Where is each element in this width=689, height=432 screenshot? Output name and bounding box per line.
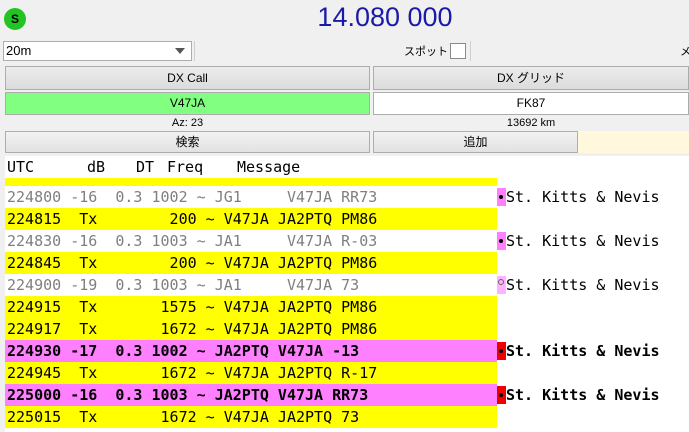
distance-text: 13692 km: [506, 117, 556, 129]
list-item[interactable]: 224930 -17 0.3 1002 ~ JA2PTQ V47JA -13 St…: [5, 340, 689, 362]
message-text: 224900 -19 0.3 1003 ~ JA1 V47JA 73: [5, 274, 497, 296]
list-item[interactable]: 224815 Tx 200 ~ V47JA JA2PTQ PM86: [5, 208, 689, 230]
new-dxcc-marker: [497, 188, 506, 206]
message-text: 224945 Tx 1672 ~ V47JA JA2PTQ R-17: [5, 362, 497, 384]
message-text: 224800 -16 0.3 1002 ~ JG1 V47JA RR73: [5, 186, 497, 208]
message-text: 225000 -16 0.3 1003 ~ JA2PTQ V47JA RR73: [5, 384, 497, 406]
country-name: St. Kitts & Nevis: [506, 188, 660, 206]
search-button[interactable]: 検索: [5, 131, 370, 153]
header-db: dB: [87, 158, 106, 176]
country-name: St. Kitts & Nevis: [506, 276, 660, 294]
spot-checkbox[interactable]: [450, 43, 466, 59]
message-text: 224915 Tx 1575 ~ V47JA JA2PTQ PM86: [5, 296, 497, 318]
divider: [194, 41, 195, 61]
chevron-down-icon: [175, 48, 185, 54]
spot-label: スポット: [404, 46, 448, 58]
header-dt: DT: [136, 158, 155, 176]
list-item[interactable]: 224900 -19 0.3 1003 ~ JA1 V47JA 73 St. Ki…: [5, 274, 689, 296]
country-name: St. Kitts & Nevis: [506, 386, 660, 404]
list-item[interactable]: 224800 -16 0.3 1002 ~ JG1 V47JA RR73 St. …: [5, 186, 689, 208]
message-text: 224917 Tx 1672 ~ V47JA JA2PTQ PM86: [5, 318, 497, 340]
dx-grid-field[interactable]: FK87: [373, 92, 689, 115]
dx-call-header: DX Call: [5, 66, 370, 90]
message-text: 224830 -16 0.3 1003 ~ JA1 V47JA R-03: [5, 230, 497, 252]
list-item[interactable]: 224917 Tx 1672 ~ V47JA JA2PTQ PM86: [5, 318, 689, 340]
message-text: 224930 -17 0.3 1002 ~ JA2PTQ V47JA -13: [5, 340, 497, 362]
header-utc: UTC: [7, 158, 35, 176]
list-header: UTC dB DT Freq Message: [5, 156, 689, 178]
message-text: 224845 Tx 200 ~ V47JA JA2PTQ PM86: [5, 252, 497, 274]
decode-list[interactable]: UTC dB DT Freq Message 224800 -16 0.3 10…: [5, 156, 689, 432]
azimuth-text: Az: 23: [171, 117, 204, 129]
new-dxcc-marker: [497, 276, 506, 294]
me-label: メ: [680, 46, 689, 58]
new-dxcc-marker: [497, 232, 506, 250]
country-name: St. Kitts & Nevis: [506, 232, 660, 250]
message-text: 224815 Tx 200 ~ V47JA JA2PTQ PM86: [5, 208, 497, 230]
country-name: St. Kitts & Nevis: [506, 342, 660, 360]
list-item[interactable]: 224945 Tx 1672 ~ V47JA JA2PTQ R-17: [5, 362, 689, 384]
frequency-display[interactable]: 14.080 000: [0, 2, 689, 33]
frequency-bar: S 14.080 000: [0, 0, 689, 40]
band-select-value: 20m: [6, 43, 32, 58]
dx-call-field[interactable]: V47JA: [5, 92, 370, 115]
new-dxcc-marker: [497, 342, 506, 360]
list-item[interactable]: 225015 Tx 1672 ~ V47JA JA2PTQ 73: [5, 406, 689, 428]
divider: [470, 41, 471, 61]
dx-grid-header: DX グリッド: [373, 66, 689, 90]
new-dxcc-marker: [497, 386, 506, 404]
header-message: Message: [237, 158, 301, 176]
message-text: 225015 Tx 1672 ~ V47JA JA2PTQ 73: [5, 406, 497, 428]
add-button[interactable]: 追加: [373, 131, 578, 153]
header-freq: Freq: [167, 158, 204, 176]
list-item[interactable]: 224830 -16 0.3 1003 ~ JA1 V47JA R-03 St. …: [5, 230, 689, 252]
partial-row: [5, 178, 497, 186]
list-item[interactable]: 224845 Tx 200 ~ V47JA JA2PTQ PM86: [5, 252, 689, 274]
band-select[interactable]: 20m: [3, 41, 192, 61]
list-item[interactable]: 224915 Tx 1575 ~ V47JA JA2PTQ PM86: [5, 296, 689, 318]
blank-field: [578, 131, 689, 153]
list-item[interactable]: 225000 -16 0.3 1003 ~ JA2PTQ V47JA RR73 S…: [5, 384, 689, 406]
